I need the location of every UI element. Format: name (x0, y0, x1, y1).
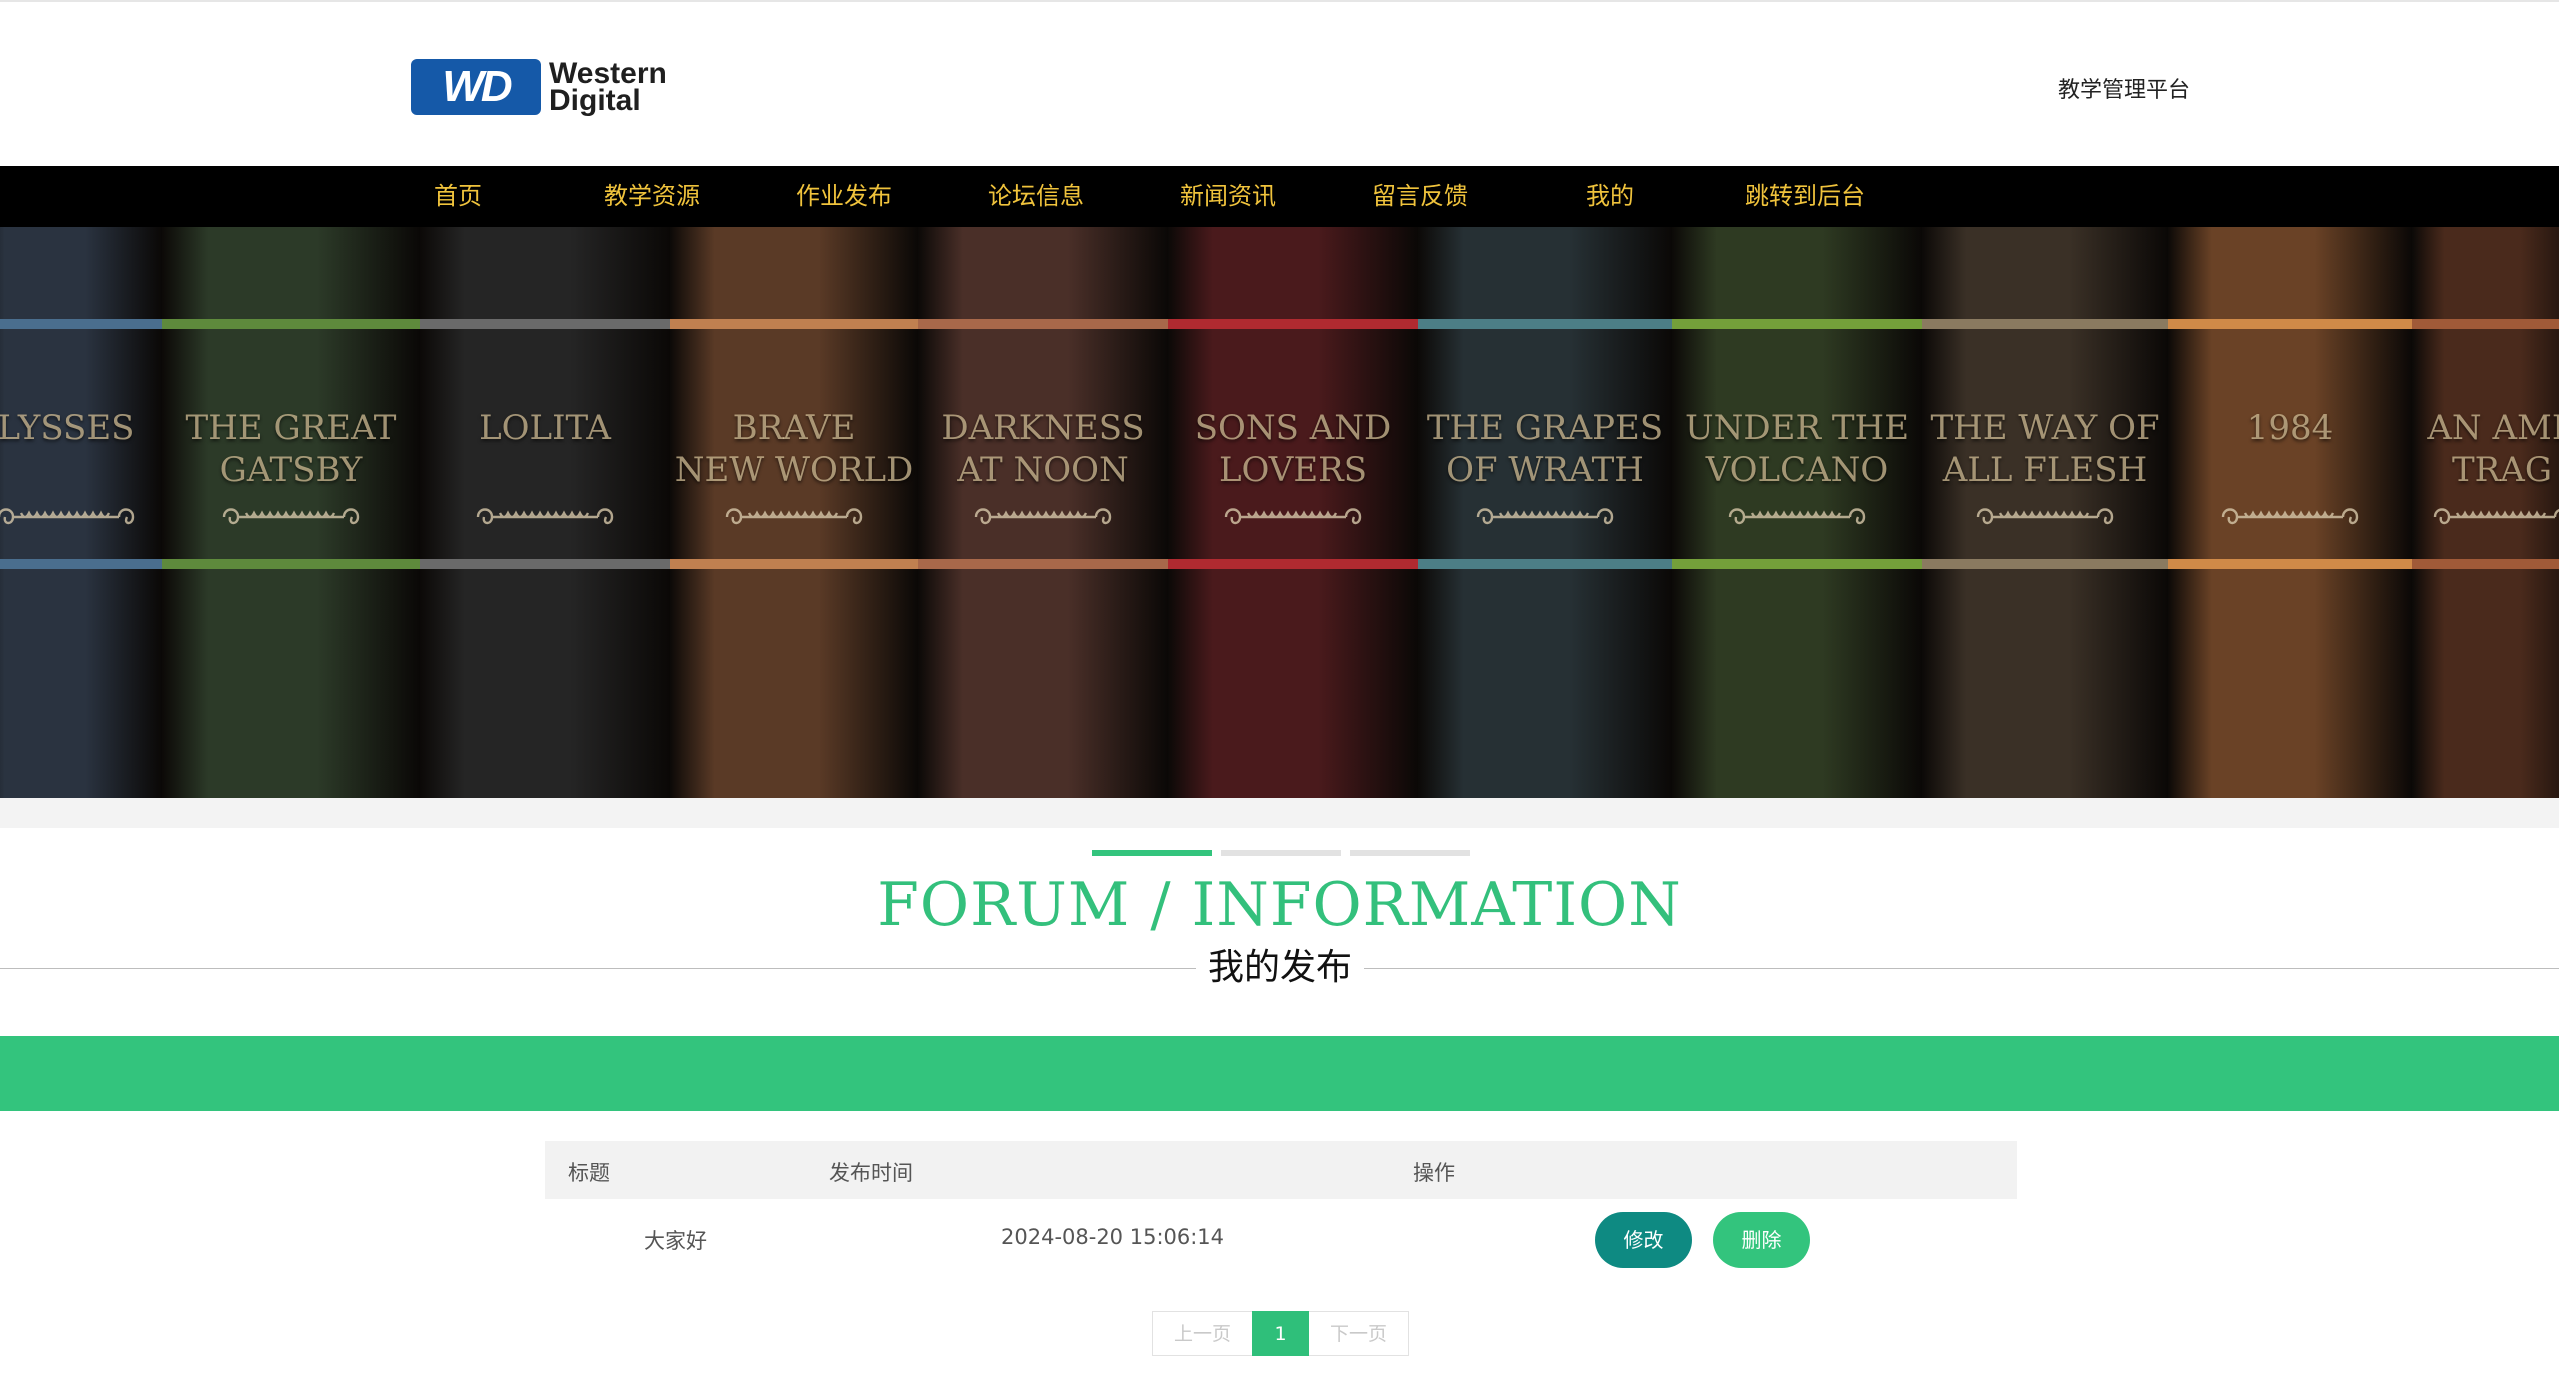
carousel-indicator-1[interactable] (1092, 850, 1212, 856)
spine-band (1922, 559, 2168, 569)
book-title: THE WAY OF ALL FLESH (1930, 408, 2160, 490)
banner-strip (0, 798, 2559, 828)
spine-band (0, 319, 162, 329)
carousel-indicator-2[interactable] (1221, 850, 1341, 856)
logo-text-line2: Digital (549, 84, 641, 117)
flourish-ornament (974, 508, 1112, 525)
spine-band (1168, 319, 1418, 329)
book-title: BRAVE NEW WORLD (674, 408, 914, 490)
spine-band (1672, 559, 1922, 569)
book-spine: LYSSES (0, 227, 162, 798)
book-spine: SONS AND LOVERS (1168, 227, 1418, 798)
book-spine: BRAVE NEW WORLD (670, 227, 918, 798)
spine-band (670, 319, 918, 329)
book-spine: THE WAY OF ALL FLESH (1922, 227, 2168, 798)
page-1-button[interactable]: 1 (1252, 1311, 1309, 1356)
green-band (0, 1036, 2559, 1111)
spine-band (1418, 319, 1672, 329)
flourish-ornament (725, 508, 863, 525)
nav-item-news[interactable]: 新闻资讯 (1180, 166, 1276, 227)
logo-text-line1: Western (549, 57, 667, 90)
logo[interactable]: WD Western Digital (411, 58, 694, 116)
spine-band (420, 319, 670, 329)
posts-table: 标题 发布时间 操作 大家好 2024-08-20 15:06:14 修改 删除 (545, 1141, 2017, 1279)
flourish-ornament (0, 508, 135, 525)
nav-item-mine[interactable]: 我的 (1586, 166, 1634, 227)
book-spine: THE GRAPES OF WRATH (1418, 227, 1672, 798)
spine-band (1672, 319, 1922, 329)
nav-item-teaching-resources[interactable]: 教学资源 (604, 166, 700, 227)
logo-badge: WD (411, 59, 541, 115)
header: WD Western Digital 教学管理平台 (0, 0, 2559, 166)
flourish-ornament (2433, 508, 2559, 525)
flourish-ornament (2221, 508, 2359, 525)
flourish-ornament (1476, 508, 1614, 525)
spine-band (2412, 559, 2559, 569)
section-title-cn: 我的发布 (1196, 944, 1364, 992)
spine-band (0, 559, 162, 569)
flourish-ornament (222, 508, 360, 525)
flourish-ornament (1728, 508, 1866, 525)
spine-band (162, 559, 420, 569)
book-title: SONS AND LOVERS (1194, 408, 1392, 490)
table-header: 标题 发布时间 操作 (545, 1141, 2017, 1199)
nav-item-admin[interactable]: 跳转到后台 (1745, 166, 1865, 227)
book-title: THE GRAPES OF WRATH (1426, 408, 1664, 490)
logo-wordmark: Western Digital (549, 57, 667, 117)
book-spine: THE GREAT GATSBY (162, 227, 420, 798)
banner-carousel[interactable]: LYSSES THE GREAT GATSBY LOLITA BRAVE NEW WO… (0, 227, 2559, 798)
spine-band (420, 559, 670, 569)
flourish-ornament (476, 508, 614, 525)
header-actions: 操作 (1413, 1161, 1455, 1185)
main-nav: 首页 教学资源 作业发布 论坛信息 新闻资讯 留言反馈 我的 跳转到后台 (0, 166, 2559, 227)
nav-item-feedback[interactable]: 留言反馈 (1372, 166, 1468, 227)
spine-band (1922, 319, 2168, 329)
page: WD Western Digital 教学管理平台 首页 教学资源 作业发布 论… (0, 0, 2559, 1399)
spine-band (1418, 559, 1672, 569)
book-title: DARKNESS AT NOON (941, 408, 1145, 490)
header-time: 发布时间 (829, 1161, 913, 1185)
edit-button[interactable]: 修改 (1595, 1212, 1692, 1268)
spine-band (2168, 559, 2412, 569)
section-title-en: FORUM / INFORMATION (877, 870, 1682, 940)
book-spine: UNDER THE VOLCANO (1672, 227, 1922, 798)
row-time: 2024-08-20 15:06:14 (1001, 1225, 1225, 1249)
spine-band (670, 559, 918, 569)
carousel-indicator-3[interactable] (1350, 850, 1470, 856)
spine-band (1168, 559, 1418, 569)
book-title: 1984 (2246, 408, 2334, 448)
nav-item-homework[interactable]: 作业发布 (796, 166, 892, 227)
book-spine: DARKNESS AT NOON (918, 227, 1168, 798)
flourish-ornament (1224, 508, 1362, 525)
spine-band (2412, 319, 2559, 329)
book-title: LOLITA (479, 408, 611, 448)
prev-page-button[interactable]: 上一页 (1152, 1311, 1252, 1356)
spine-band (918, 319, 1168, 329)
delete-button[interactable]: 删除 (1713, 1212, 1810, 1268)
book-spine: AN AME TRAG (2412, 227, 2559, 798)
spine-band (2168, 319, 2412, 329)
book-spine: 1984 (2168, 227, 2412, 798)
header-title: 标题 (568, 1161, 610, 1185)
book-spine: LOLITA (420, 227, 670, 798)
book-title: AN AME TRAG (2427, 408, 2559, 490)
nav-item-home[interactable]: 首页 (434, 166, 482, 227)
pagination: 上一页 1 下一页 (1152, 1311, 1409, 1356)
book-title: THE GREAT GATSBY (185, 408, 397, 490)
flourish-ornament (1976, 508, 2114, 525)
book-title: UNDER THE VOLCANO (1684, 408, 1910, 490)
spine-band (918, 559, 1168, 569)
book-title: LYSSES (0, 408, 135, 448)
next-page-button[interactable]: 下一页 (1309, 1311, 1409, 1356)
nav-item-forum[interactable]: 论坛信息 (988, 166, 1084, 227)
platform-title: 教学管理平台 (2058, 78, 2191, 103)
row-title: 大家好 (644, 1229, 707, 1253)
spine-band (162, 319, 420, 329)
